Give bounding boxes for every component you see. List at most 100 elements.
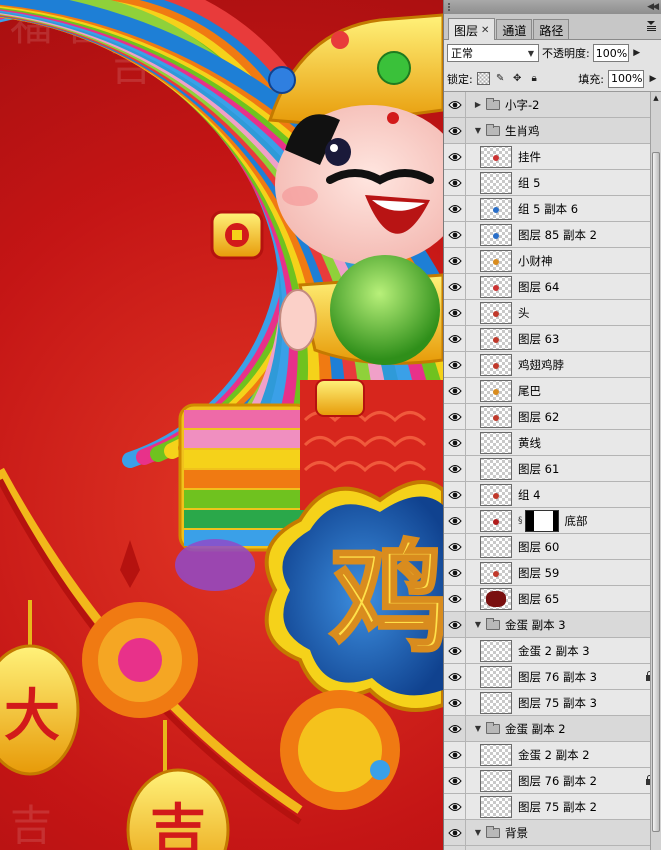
layer-name: 金蛋 2 副本 3 — [518, 643, 590, 658]
layer-row[interactable]: 图层 62 — [444, 404, 661, 430]
layer-group-row[interactable]: ▼ 金蛋 副本 3 — [444, 612, 661, 638]
scroll-up-arrow-icon[interactable]: ▲ — [651, 92, 661, 104]
layer-row[interactable]: 组 4 — [444, 482, 661, 508]
layer-row[interactable]: 组 5 — [444, 170, 661, 196]
layer-row[interactable]: 金蛋 2 副本 3 — [444, 638, 661, 664]
layer-row[interactable]: 挂件 — [444, 144, 661, 170]
emblem-character: 鸡 — [330, 528, 443, 669]
layer-group-row[interactable]: ▼ 生肖鸡 — [444, 118, 661, 144]
visibility-eye-icon[interactable] — [444, 742, 466, 767]
visibility-eye-icon[interactable] — [444, 664, 466, 689]
layer-row[interactable]: 鸡翅鸡脖 — [444, 352, 661, 378]
layer-group-row[interactable]: ▼ 金蛋 副本 2 — [444, 716, 661, 742]
visibility-eye-icon[interactable] — [444, 144, 466, 169]
document-canvas[interactable]: 福 喜吉 祥祥吉 — [0, 0, 443, 850]
layer-row[interactable]: 头 — [444, 300, 661, 326]
visibility-eye-icon[interactable] — [444, 534, 466, 559]
visibility-eye-icon[interactable] — [444, 846, 466, 850]
tab-layers[interactable]: 图层 ✕ — [448, 18, 496, 40]
visibility-eye-icon[interactable] — [444, 768, 466, 793]
layer-row[interactable]: 图层 63 — [444, 326, 661, 352]
layer-name: 图层 75 副本 3 — [518, 695, 597, 710]
collapse-arrow-icon[interactable]: ▼ — [472, 724, 484, 733]
visibility-eye-icon[interactable] — [444, 794, 466, 819]
layer-row[interactable]: 黄线 — [444, 430, 661, 456]
visibility-eye-icon[interactable] — [444, 560, 466, 585]
visibility-eye-icon[interactable] — [444, 378, 466, 403]
visibility-eye-icon[interactable] — [444, 274, 466, 299]
opacity-input[interactable]: 100% — [592, 44, 629, 62]
visibility-eye-icon[interactable] — [444, 612, 466, 637]
visibility-eye-icon[interactable] — [444, 586, 466, 611]
layer-row[interactable]: 图层 59 — [444, 560, 661, 586]
visibility-eye-icon[interactable] — [444, 118, 466, 143]
layer-row[interactable]: 图层 75 副本 3 — [444, 690, 661, 716]
layer-row[interactable]: 图层 85 副本 2 — [444, 222, 661, 248]
layer-row[interactable]: 尾巴 — [444, 378, 661, 404]
close-icon[interactable]: ✕ — [481, 25, 489, 36]
visibility-eye-icon[interactable] — [444, 430, 466, 455]
layer-row[interactable]: 图层 60 — [444, 534, 661, 560]
visibility-eye-icon[interactable] — [444, 638, 466, 663]
visibility-eye-icon[interactable] — [444, 404, 466, 429]
visibility-eye-icon[interactable] — [444, 326, 466, 351]
collapse-arrow-icon[interactable]: ▼ — [472, 126, 484, 135]
layer-row[interactable]: 金蛋 2 副本 2 — [444, 742, 661, 768]
layer-name: 挂件 — [518, 149, 541, 164]
panel-grip[interactable] — [448, 3, 454, 11]
visibility-eye-icon[interactable] — [444, 170, 466, 195]
visibility-eye-icon[interactable] — [444, 820, 466, 845]
layer-row[interactable]: 图层 76 副本 2 — [444, 768, 661, 794]
blend-mode-select[interactable]: 正常 ▼ — [447, 44, 539, 62]
collapse-icon[interactable]: ◀◀ — [647, 2, 659, 12]
fill-slider-toggle[interactable]: ▶ — [648, 70, 658, 88]
visibility-eye-icon[interactable] — [444, 482, 466, 507]
layer-group-row[interactable]: ▶光斑 — [444, 846, 661, 850]
layer-name: 图层 59 — [518, 565, 560, 580]
visibility-eye-icon[interactable] — [444, 300, 466, 325]
lock-transparency-icon[interactable] — [476, 72, 490, 85]
collapse-arrow-icon[interactable]: ▼ — [472, 828, 484, 837]
layer-name: 组 4 — [518, 487, 541, 502]
visibility-eye-icon[interactable] — [444, 248, 466, 273]
expand-arrow-icon[interactable]: ▶ — [472, 100, 484, 109]
visibility-eye-icon[interactable] — [444, 508, 466, 533]
lock-position-icon[interactable]: ✥ — [511, 72, 524, 85]
lock-all-icon[interactable]: 🔒︎ — [528, 72, 541, 85]
scroll-thumb[interactable] — [652, 152, 660, 832]
layer-row[interactable]: 小财神 — [444, 248, 661, 274]
layer-row[interactable]: § 底部 — [444, 508, 661, 534]
panel-menu-icon[interactable] — [645, 20, 657, 32]
layer-row[interactable]: 图层 64 — [444, 274, 661, 300]
tab-paths[interactable]: 路径 — [533, 19, 570, 39]
collapse-arrow-icon[interactable]: ▼ — [472, 620, 484, 629]
fill-input[interactable]: 100% — [608, 69, 644, 88]
layers-scrollbar[interactable]: ▲ — [650, 92, 661, 850]
lock-pixels-icon[interactable]: ✎ — [494, 72, 507, 85]
lock-label: 锁定: — [447, 72, 473, 86]
visibility-eye-icon[interactable] — [444, 352, 466, 377]
layer-thumbnail — [480, 431, 512, 454]
layer-thumbnail — [480, 379, 512, 402]
layer-thumbnail — [480, 535, 512, 558]
opacity-slider-toggle[interactable]: ▶ — [632, 44, 642, 62]
layer-group-row[interactable]: ▼ 背景 — [444, 820, 661, 846]
layer-row[interactable]: 组 5 副本 6 — [444, 196, 661, 222]
visibility-eye-icon[interactable] — [444, 196, 466, 221]
panel-title-bar[interactable]: ◀◀ — [444, 0, 661, 14]
dropdown-arrow-icon: ▼ — [527, 48, 535, 58]
visibility-eye-icon[interactable] — [444, 690, 466, 715]
visibility-eye-icon[interactable] — [444, 222, 466, 247]
visibility-eye-icon[interactable] — [444, 456, 466, 481]
layer-row[interactable]: 图层 65 — [444, 586, 661, 612]
layer-group-row[interactable]: ▶ 小字-2 — [444, 92, 661, 118]
layer-row[interactable]: 图层 75 副本 2 — [444, 794, 661, 820]
visibility-eye-icon[interactable] — [444, 92, 466, 117]
mask-link-icon[interactable]: § — [518, 516, 523, 526]
tab-channels[interactable]: 通道 — [496, 19, 533, 39]
layer-row[interactable]: 图层 76 副本 3 — [444, 664, 661, 690]
layer-row[interactable]: 图层 61 — [444, 456, 661, 482]
layer-name: 底部 — [564, 513, 588, 528]
visibility-eye-icon[interactable] — [444, 716, 466, 741]
layer-mask-thumbnail[interactable] — [524, 509, 559, 532]
